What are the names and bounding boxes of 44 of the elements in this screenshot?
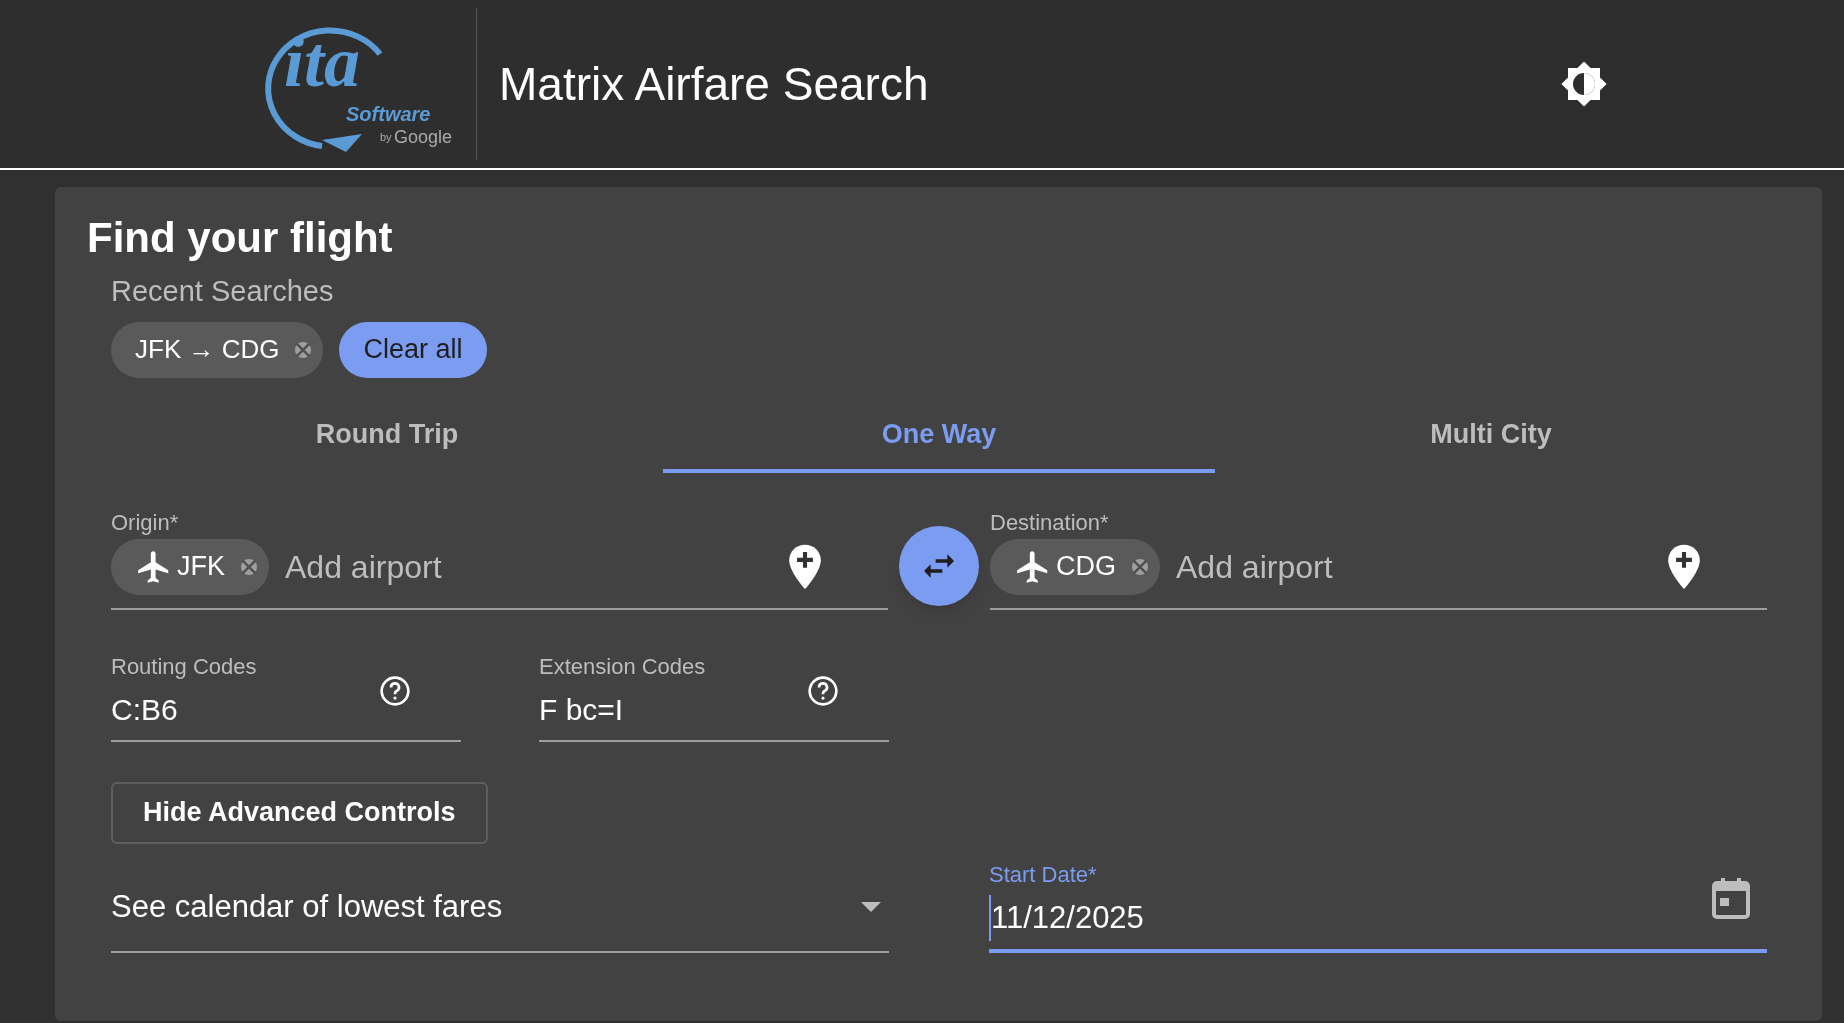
field-label: Origin*	[111, 508, 180, 534]
close-icon	[241, 558, 257, 575]
field-value: 11/12/2025	[989, 894, 1711, 941]
code-field[interactable]: Routing Codes C:B6	[111, 649, 461, 742]
airport-chip[interactable]: CDG	[990, 538, 1160, 595]
ita-software-logo[interactable]: ita Software by Google	[262, 14, 462, 154]
chip-label: JFK → CDG	[135, 333, 280, 366]
help-icon[interactable]	[379, 674, 411, 707]
field-label: Destination*	[990, 508, 1110, 534]
dropdown-value: See calendar of lowest fares	[111, 887, 503, 926]
brightness-icon[interactable]	[1560, 60, 1609, 108]
card-title: Find your flight	[87, 213, 394, 263]
airport-code: JFK	[177, 550, 225, 584]
code-field[interactable]: Extension Codes F bc=I	[539, 649, 889, 742]
field-value: F bc=I	[539, 691, 625, 728]
airport-field[interactable]: CDG Add airport	[990, 533, 1767, 610]
field-label: Start Date*	[989, 860, 1098, 889]
airport-code: CDG	[1056, 550, 1116, 584]
calendar-icon[interactable]	[1711, 877, 1751, 922]
add-location-icon[interactable]	[786, 542, 824, 591]
start-date-field[interactable]: Start Date* 11/12/2025	[989, 857, 1767, 953]
close-icon	[295, 341, 312, 358]
remove-chip-button[interactable]	[1132, 558, 1148, 575]
help-icon[interactable]	[807, 674, 839, 707]
trip-type-tab[interactable]: One Way	[663, 399, 1215, 473]
remove-chip-button[interactable]	[295, 341, 312, 358]
remove-chip-button[interactable]	[241, 558, 257, 575]
trip-type-tab[interactable]: Round Trip	[111, 399, 663, 473]
close-icon	[1132, 558, 1148, 575]
airport-input[interactable]: Add airport	[285, 542, 770, 591]
fare-view-dropdown[interactable]: See calendar of lowest fares	[111, 863, 889, 953]
field-label: Routing Codes	[111, 652, 258, 681]
field-label: Extension Codes	[539, 652, 707, 681]
app-title: Matrix Airfare Search	[499, 61, 929, 107]
airport-chip[interactable]: JFK	[111, 538, 269, 595]
clear-all-button[interactable]: Clear all	[339, 321, 487, 378]
airport-input[interactable]: Add airport	[1176, 542, 1649, 591]
add-location-icon[interactable]	[1665, 542, 1703, 591]
recent-searches-label: Recent Searches	[111, 274, 335, 309]
hide-advanced-controls-button[interactable]: Hide Advanced Controls	[111, 781, 488, 844]
dropdown-caret-icon	[861, 902, 881, 912]
trip-type-tab[interactable]: Multi City	[1215, 399, 1767, 473]
field-value: C:B6	[111, 691, 179, 728]
recent-search-chip[interactable]: JFK → CDG	[111, 321, 324, 378]
